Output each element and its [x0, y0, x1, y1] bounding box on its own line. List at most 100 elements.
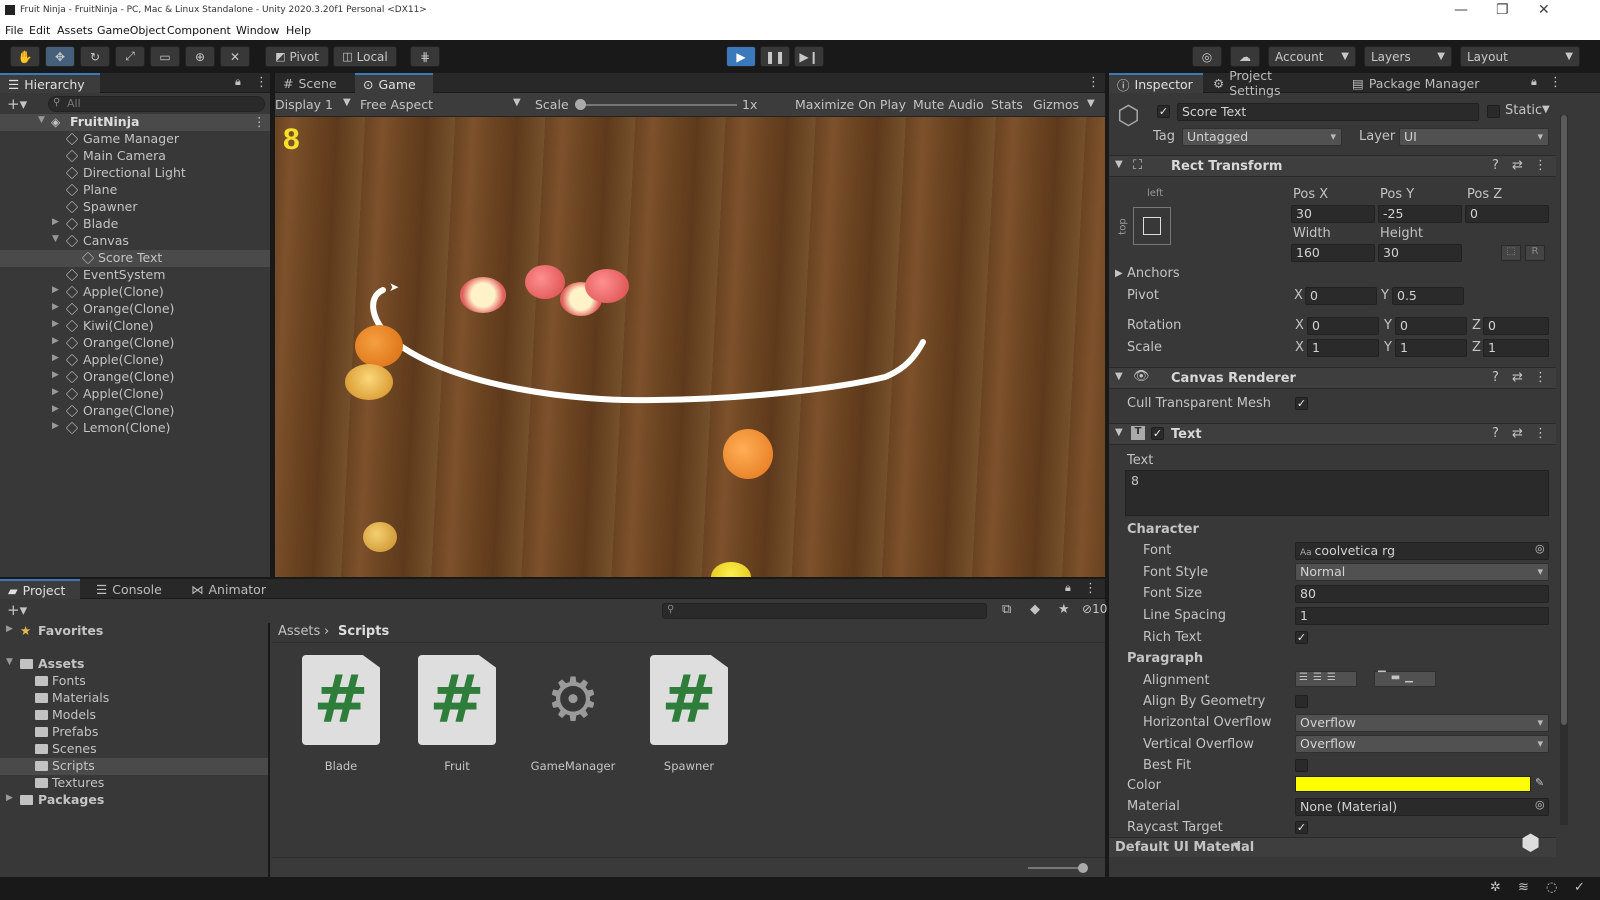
rotation-x-field[interactable]: 0: [1307, 317, 1379, 335]
more-options-icon[interactable]: ⋮: [253, 114, 266, 129]
collapse-arrow-icon[interactable]: ▼: [6, 657, 13, 667]
expand-arrow-icon[interactable]: ▼: [38, 115, 45, 125]
preset-icon[interactable]: ⇄: [1512, 158, 1523, 173]
hierarchy-item[interactable]: ▶ Blade: [0, 216, 270, 233]
line-spacing-field[interactable]: 1: [1295, 607, 1549, 625]
more-options-icon[interactable]: ⋮: [1534, 426, 1547, 441]
expand-arrow-icon[interactable]: ▶: [52, 336, 59, 346]
bug-icon[interactable]: ✲: [1490, 880, 1501, 895]
static-checkbox[interactable]: [1487, 105, 1500, 118]
tab-package-manager[interactable]: ▤ Package Manager: [1344, 73, 1494, 93]
minimize-button[interactable]: —: [1454, 2, 1468, 18]
scene-root[interactable]: ▼ ◈ FruitNinja ⋮: [0, 114, 270, 131]
expand-arrow-icon[interactable]: ▶: [6, 624, 13, 634]
hand-tool-icon[interactable]: ✋: [10, 46, 40, 67]
rich-text-checkbox[interactable]: ✓: [1295, 631, 1308, 644]
text-component-header[interactable]: ▼ T ✓ Text ? ⇄ ⋮: [1109, 423, 1556, 445]
hierarchy-item[interactable]: ▼ Canvas: [0, 233, 270, 250]
tab-project[interactable]: ▰ Project: [0, 579, 80, 599]
chevron-down-icon[interactable]: ▼: [1087, 98, 1095, 109]
add-button[interactable]: +▾: [7, 95, 27, 113]
material-field[interactable]: None (Material): [1295, 798, 1549, 816]
hierarchy-item[interactable]: ▶ Orange(Clone): [0, 301, 270, 318]
hierarchy-item[interactable]: ▶ Kiwi(Clone): [0, 318, 270, 335]
layer-dropdown[interactable]: UI: [1399, 128, 1549, 146]
grid-snap-icon[interactable]: ⋕: [410, 46, 440, 67]
preset-icon[interactable]: ⇄: [1512, 370, 1523, 385]
mute-audio-toggle[interactable]: Mute Audio: [913, 97, 984, 112]
font-style-dropdown[interactable]: Normal: [1295, 563, 1549, 581]
layers-dropdown[interactable]: Layers ▼: [1364, 46, 1452, 67]
folder-row-selected[interactable]: Scripts: [0, 758, 268, 775]
collapse-arrow-icon[interactable]: ▼: [1115, 159, 1123, 170]
tab-animator[interactable]: ⋈ Animator: [183, 579, 273, 599]
vertical-alignment-buttons[interactable]: ▔▬▁: [1374, 671, 1436, 687]
folder-row[interactable]: Prefabs: [0, 724, 268, 741]
breadcrumb-assets[interactable]: Assets: [278, 624, 320, 639]
asset-item[interactable]: ⚙ GameManager: [518, 655, 628, 773]
more-options-icon[interactable]: ⋮: [1087, 75, 1100, 90]
color-swatch[interactable]: [1295, 776, 1531, 792]
cloud-icon[interactable]: ☁: [1230, 46, 1260, 67]
expand-arrow-icon[interactable]: ▶: [52, 353, 59, 363]
asset-item[interactable]: # Fruit: [402, 655, 512, 773]
best-fit-checkbox[interactable]: [1295, 759, 1308, 772]
eyedropper-icon[interactable]: ✎: [1535, 776, 1544, 789]
hierarchy-item[interactable]: Spawner: [0, 199, 270, 216]
lock-icon[interactable]: 🔒︎: [1531, 75, 1537, 89]
hierarchy-item[interactable]: Game Manager: [0, 131, 270, 148]
gizmos-toggle[interactable]: Gizmos: [1033, 97, 1079, 112]
text-enabled-checkbox[interactable]: ✓: [1151, 427, 1164, 440]
collapse-arrow-icon[interactable]: ▼: [1115, 427, 1123, 438]
tab-inspector[interactable]: ⓘ Inspector: [1109, 73, 1203, 93]
rotation-y-field[interactable]: 0: [1395, 317, 1467, 335]
scale-slider-handle[interactable]: [575, 99, 586, 110]
expand-arrow-icon[interactable]: ▶: [6, 793, 13, 803]
cull-checkbox[interactable]: ✓: [1295, 397, 1308, 410]
local-toggle[interactable]: ◫ Local: [333, 46, 397, 67]
font-field[interactable]: Aa coolvetica rg: [1295, 542, 1549, 560]
align-geometry-checkbox[interactable]: [1295, 695, 1308, 708]
help-icon[interactable]: ?: [1492, 426, 1499, 441]
more-options-icon[interactable]: ⋮: [1084, 581, 1097, 596]
menu-help[interactable]: Help: [286, 24, 311, 37]
folder-row[interactable]: Materials: [0, 690, 268, 707]
slider-handle[interactable]: [1078, 863, 1088, 873]
stats-toggle[interactable]: Stats: [991, 97, 1023, 112]
menu-edit[interactable]: Edit: [29, 24, 50, 37]
folder-row[interactable]: Fonts: [0, 673, 268, 690]
layout-dropdown[interactable]: Layout ▼: [1460, 46, 1580, 67]
expand-arrow-icon[interactable]: ▶: [52, 217, 59, 227]
h-overflow-dropdown[interactable]: Overflow: [1295, 714, 1549, 732]
tab-scene[interactable]: # Scene: [275, 73, 355, 93]
scale-z-field[interactable]: 1: [1483, 339, 1549, 357]
game-canvas[interactable]: 8 ➤: [275, 117, 1105, 577]
object-name-field[interactable]: Score Text: [1177, 103, 1479, 121]
font-size-field[interactable]: 80: [1295, 585, 1549, 603]
scale-x-field[interactable]: 1: [1307, 339, 1379, 357]
step-button[interactable]: ▶❙: [794, 46, 824, 67]
folder-row[interactable]: Textures: [0, 775, 268, 792]
project-search-input[interactable]: ⚲: [662, 603, 987, 619]
posz-field[interactable]: 0: [1465, 205, 1549, 223]
hierarchy-item[interactable]: ▶ Lemon(Clone): [0, 420, 270, 437]
tab-game[interactable]: ⊙ Game: [355, 73, 433, 93]
hierarchy-item-selected[interactable]: Score Text: [0, 250, 270, 267]
account-dropdown[interactable]: Account ▼: [1268, 46, 1356, 67]
collapse-arrow-icon[interactable]: ▼: [52, 234, 59, 244]
packages-row[interactable]: ▶ Packages: [0, 792, 268, 809]
v-overflow-dropdown[interactable]: Overflow: [1295, 735, 1549, 753]
filter-label-icon[interactable]: ◆: [1030, 602, 1040, 617]
scale-tool-icon[interactable]: ⤢: [115, 46, 145, 67]
transform-tool-icon[interactable]: ⊕: [185, 46, 215, 67]
tab-project-settings[interactable]: ⚙ Project Settings: [1205, 68, 1335, 98]
play-button[interactable]: ▶: [726, 46, 756, 67]
assets-row[interactable]: ▼ Assets: [0, 656, 268, 673]
object-picker-icon[interactable]: ◎: [1535, 542, 1545, 555]
hierarchy-item[interactable]: Main Camera: [0, 148, 270, 165]
menu-component[interactable]: Component: [167, 24, 231, 37]
help-icon[interactable]: ?: [1492, 370, 1499, 385]
text-area[interactable]: 8: [1125, 470, 1549, 516]
help-icon[interactable]: ?: [1492, 158, 1499, 173]
anchor-presets-button[interactable]: [1133, 207, 1171, 245]
